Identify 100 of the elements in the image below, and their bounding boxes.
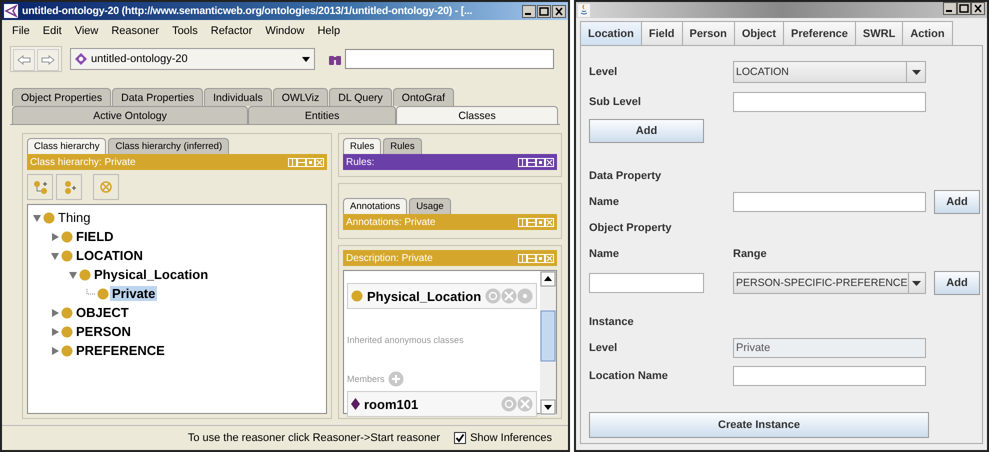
tab[interactable]: Classes xyxy=(396,106,558,124)
tab[interactable]: Usage xyxy=(409,198,451,214)
tab[interactable]: SWRL xyxy=(854,21,904,45)
tab[interactable]: Preference xyxy=(783,21,856,45)
tab[interactable]: OWLViz xyxy=(272,88,328,106)
class-plus-icon xyxy=(33,180,47,194)
tree-item[interactable]: Thing xyxy=(56,210,93,225)
search-field[interactable] xyxy=(345,49,554,69)
tree-item[interactable]: PERSON xyxy=(74,324,133,339)
tab[interactable]: Individuals xyxy=(204,88,272,106)
sibling-plus-icon xyxy=(62,180,76,194)
tab[interactable]: Rules xyxy=(383,138,422,154)
expanded-arrow-icon[interactable] xyxy=(68,270,78,280)
field-label: Level xyxy=(589,66,618,78)
tree-item[interactable]: OBJECT xyxy=(74,305,131,320)
tab[interactable]: Entities xyxy=(248,106,396,124)
tab[interactable]: DL Query xyxy=(329,88,392,106)
field-label: Name xyxy=(589,196,620,208)
back-button[interactable] xyxy=(13,49,35,71)
expanded-arrow-icon[interactable] xyxy=(32,212,42,222)
tree-item[interactable]: Private xyxy=(110,286,158,301)
sub-level-field[interactable] xyxy=(733,92,926,112)
delete-icon xyxy=(99,180,113,194)
tab[interactable]: Action xyxy=(902,21,953,45)
field-label: Sub Level xyxy=(589,96,642,108)
view-controls-icon[interactable] xyxy=(518,158,554,166)
menu-item[interactable]: View xyxy=(70,25,108,37)
back-arrow-icon xyxy=(17,55,31,65)
tab[interactable]: Active Ontology xyxy=(12,106,248,124)
ontology-dropdown[interactable]: untitled-ontology-20 xyxy=(70,48,315,70)
menu-item[interactable]: Help xyxy=(313,25,350,37)
tab[interactable]: Person xyxy=(682,21,735,45)
level-field: Private xyxy=(733,338,926,358)
scrollbar[interactable] xyxy=(540,271,556,416)
class-dot-icon xyxy=(61,344,73,356)
maximize-icon[interactable] xyxy=(957,2,971,15)
collapsed-arrow-icon[interactable] xyxy=(50,232,60,242)
class-dot-icon xyxy=(97,288,109,300)
menu-item[interactable]: Edit xyxy=(38,25,71,37)
minimize-icon[interactable] xyxy=(943,2,957,15)
collapsed-arrow-icon[interactable] xyxy=(50,308,60,318)
delete-class-button[interactable] xyxy=(93,174,119,200)
tab[interactable]: OntoGraf xyxy=(392,88,454,106)
maximize-icon[interactable] xyxy=(537,4,551,18)
member-row[interactable]: room101 xyxy=(347,391,538,417)
field-label: Location Name xyxy=(589,370,669,382)
add-sibling-button[interactable] xyxy=(56,174,82,200)
show-inferences-checkbox[interactable]: Show Inferences xyxy=(454,432,552,444)
add-button[interactable]: Add xyxy=(934,190,980,214)
tree-item[interactable]: Physical_Location xyxy=(92,267,210,282)
close-icon[interactable] xyxy=(552,4,566,18)
tab[interactable]: Object xyxy=(734,21,784,45)
expanded-arrow-icon[interactable] xyxy=(50,250,60,260)
close-icon[interactable] xyxy=(971,2,985,15)
range-dropdown[interactable]: PERSON-SPECIFIC-PREFERENCE xyxy=(733,272,926,294)
tab[interactable]: Data Properties xyxy=(112,88,204,106)
field-label: Range xyxy=(733,248,768,260)
diamond-icon xyxy=(75,53,87,65)
field-label: Name xyxy=(589,248,620,260)
class-dot-icon xyxy=(61,306,73,318)
level-dropdown[interactable]: LOCATION xyxy=(733,61,926,83)
menu-item[interactable]: Tools xyxy=(168,25,207,37)
superclass-row[interactable]: Physical_Location xyxy=(347,283,538,309)
add-button[interactable]: Add xyxy=(934,271,980,295)
menu-item[interactable]: Window xyxy=(261,25,314,37)
forward-arrow-icon xyxy=(41,55,55,65)
menu-item[interactable]: Reasoner xyxy=(107,25,168,37)
tree-item[interactable]: FIELD xyxy=(74,229,116,244)
tab[interactable]: Annotations xyxy=(343,198,408,214)
checkbox-icon[interactable] xyxy=(454,432,466,444)
tab[interactable]: Field xyxy=(640,21,683,45)
menu-item[interactable]: File xyxy=(8,25,39,37)
tab[interactable]: Location xyxy=(580,21,642,45)
collapsed-arrow-icon[interactable] xyxy=(50,346,60,356)
class-dot-icon xyxy=(43,212,55,224)
menu-item[interactable]: Refactor xyxy=(206,25,262,37)
tab[interactable]: Class hierarchy xyxy=(27,138,106,154)
class-dot-icon xyxy=(79,268,91,280)
panel-title: Class hierarchy: Private xyxy=(30,156,136,168)
tab[interactable]: Rules xyxy=(343,138,382,154)
collapsed-arrow-icon[interactable] xyxy=(50,326,60,336)
tree-item[interactable]: LOCATION xyxy=(74,248,145,263)
field-label: Level xyxy=(589,342,618,354)
tree-item[interactable]: PREFERENCE xyxy=(74,343,167,358)
location-name-field[interactable] xyxy=(733,366,926,386)
create-instance-button[interactable]: Create Instance xyxy=(589,412,929,438)
name-field[interactable] xyxy=(589,273,704,293)
tab[interactable]: Object Properties xyxy=(12,88,112,106)
forward-button[interactable] xyxy=(37,49,59,71)
class-dot-icon xyxy=(61,230,73,242)
caret-icon xyxy=(912,280,922,286)
panel-title: Rules: xyxy=(346,156,374,168)
section-heading: Instance xyxy=(589,315,635,330)
panel-title: Description: Private xyxy=(346,252,433,264)
minimize-icon[interactable] xyxy=(522,4,536,18)
name-field[interactable] xyxy=(733,192,926,212)
add-button[interactable]: Add xyxy=(589,119,704,143)
tab[interactable]: Class hierarchy (inferred) xyxy=(108,138,230,154)
add-subclass-button[interactable] xyxy=(27,174,53,200)
binoculars-icon xyxy=(329,54,341,64)
